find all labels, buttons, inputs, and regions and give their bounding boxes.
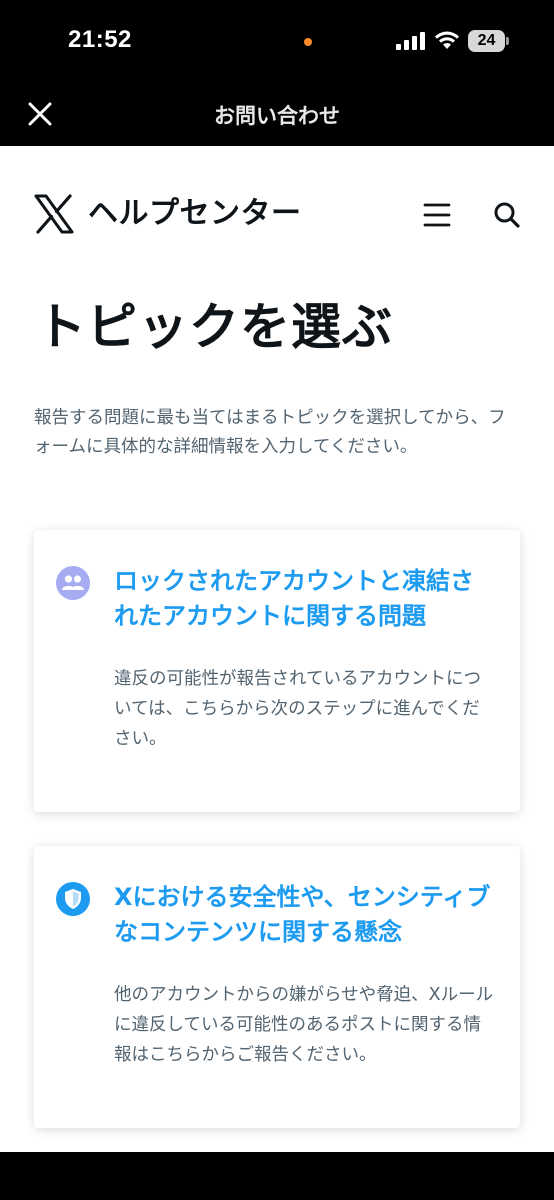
site-title[interactable]: ヘルプセンター xyxy=(88,194,302,234)
status-bar: 21:52 24 xyxy=(0,0,554,84)
topic-card-locked-accounts[interactable]: ロックされたアカウントと凍結されたアカウントに関する問題 違反の可能性が報告され… xyxy=(34,530,520,812)
cellular-signal-icon xyxy=(396,32,426,50)
nav-bar: お問い合わせ xyxy=(0,84,554,146)
status-time: 21:52 xyxy=(68,26,132,53)
wifi-icon xyxy=(435,31,459,49)
users-icon xyxy=(56,566,90,600)
topic-description: 他のアカウントからの嫌がらせや脅迫、Xルールに違反している可能性のあるポストに関… xyxy=(114,985,494,1065)
site-header: ヘルプセンター xyxy=(0,146,554,282)
page-description: 報告する問題に最も当てはまるトピックを選択してから、フォームに具体的な詳細情報を… xyxy=(34,408,506,457)
battery-level: 24 xyxy=(468,30,505,52)
topic-card-safety[interactable]: Xにおける安全性や、センシティブなコンテンツに関する懸念 他のアカウントからの嫌… xyxy=(34,846,520,1128)
topic-description: 違反の可能性が報告されているアカウントについては、こちらから次のステップに進んで… xyxy=(114,669,481,749)
x-logo-icon[interactable] xyxy=(34,194,74,234)
bottom-bar xyxy=(0,1152,554,1200)
battery-icon: 24 xyxy=(468,30,510,52)
topic-title[interactable]: ロックされたアカウントと凍結されたアカウントに関する問題 xyxy=(114,564,494,634)
page-title: トピックを選ぶ xyxy=(36,298,393,356)
hamburger-menu-icon[interactable] xyxy=(422,200,452,230)
shield-icon xyxy=(56,882,90,916)
topic-title[interactable]: Xにおける安全性や、センシティブなコンテンツに関する懸念 xyxy=(114,880,494,950)
nav-title: お問い合わせ xyxy=(214,105,340,128)
recording-indicator-icon xyxy=(304,38,312,46)
search-icon[interactable] xyxy=(492,200,522,230)
